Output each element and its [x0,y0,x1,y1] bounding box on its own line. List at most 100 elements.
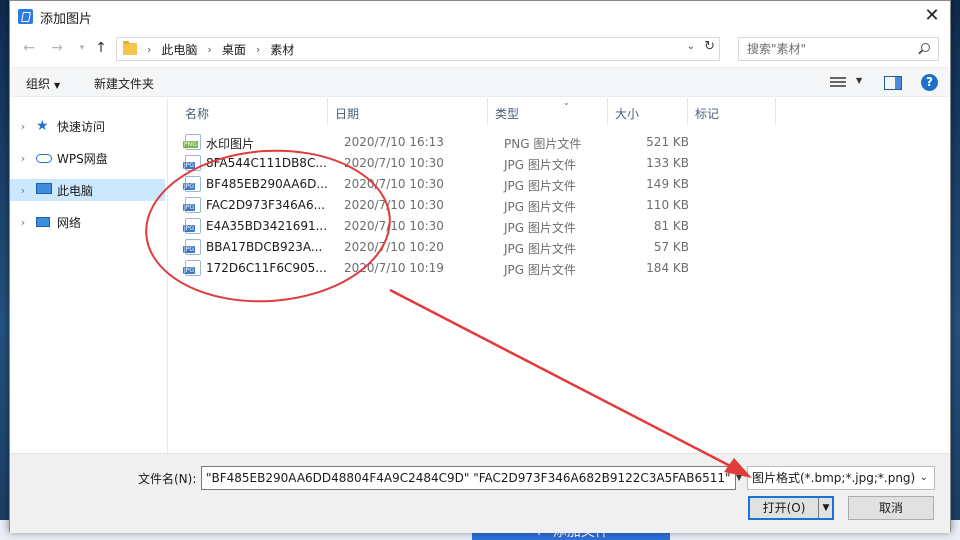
search-input[interactable]: 搜索"素材" [738,37,939,61]
search-placeholder: 搜索"素材" [747,42,807,56]
filename-label: 文件名(N): [138,472,197,486]
new-folder-button[interactable]: 新建文件夹 [94,75,154,92]
breadcrumb-desktop[interactable]: 桌面 [222,41,246,58]
caret-down-icon: ▼ [54,81,61,90]
column-header-name[interactable]: 名称 [185,105,209,122]
column-divider[interactable] [687,98,688,124]
navigation-pane: › ★ 快速访问 › WPS网盘 › 此电脑 › 网络 [10,98,168,453]
command-bar: 组织 ▼ 新建文件夹 ▼ ? [10,67,950,97]
view-dropdown-icon[interactable]: ▼ [856,76,862,85]
column-header-date[interactable]: 日期 [335,105,359,122]
computer-icon [36,183,52,197]
file-type: JPG 图片文件 [504,242,576,256]
file-type: JPG 图片文件 [504,221,576,235]
open-button-label: 打开(O) [762,501,806,515]
refresh-icon[interactable]: ↻ [704,39,715,54]
file-date: 2020/7/10 10:30 [344,198,444,212]
view-options-icon[interactable] [830,77,846,89]
column-header-type[interactable]: 类型 [495,105,519,122]
add-image-dialog: 添加图片 ✕ ← → ▾ ↑ › 此电脑 › 桌面 › 素材 ⌄ ↻ 搜索"素材… [9,0,951,533]
file-date: 2020/7/10 10:30 [344,219,444,233]
jpg-file-icon: JPG [183,260,201,276]
file-list: 名称 日期 ⌄ 类型 大小 标记 PNG 水印图片 2020/7/10 16:1… [169,98,949,453]
forward-arrow-icon[interactable]: → [48,38,66,58]
file-row[interactable]: JPG E4A35BD3421691... 2020/7/10 10:30 JP… [183,216,693,237]
organize-button[interactable]: 组织 ▼ [26,75,60,92]
split-divider [818,498,819,518]
back-arrow-icon[interactable]: ← [20,38,38,58]
file-type-filter-select[interactable]: 图片格式(*.bmp;*.jpg;*.png) ⌄ [747,466,935,490]
file-row[interactable]: JPG BF485EB290AA6D... 2020/7/10 10:30 JP… [183,174,693,195]
sidebar-item-label: 快速访问 [57,119,106,134]
expand-chevron-icon[interactable]: › [14,216,32,229]
search-icon[interactable] [921,43,930,52]
app-logo-icon [18,9,33,24]
file-date: 2020/7/10 10:30 [344,156,444,170]
breadcrumb-separator-icon[interactable]: › [147,43,151,56]
column-header-tags[interactable]: 标记 [695,105,719,122]
sidebar-item-wps-cloud[interactable]: › WPS网盘 [10,147,165,169]
sidebar-item-label: 网络 [57,215,82,230]
file-name: BF485EB290AA6D... [206,177,328,191]
file-date: 2020/7/10 10:20 [344,240,444,254]
file-date: 2020/7/10 10:30 [344,177,444,191]
column-divider[interactable] [775,98,776,124]
open-button[interactable]: 打开(O) ▼ [748,496,834,520]
column-divider[interactable] [487,98,488,124]
chevron-down-icon: ⌄ [919,472,928,483]
file-size: 184 KB [646,261,689,275]
file-size: 149 KB [646,177,689,191]
jpg-file-icon: JPG [183,155,201,171]
close-button[interactable]: ✕ [920,3,944,29]
preview-pane-icon[interactable] [884,76,902,90]
sidebar-item-quick-access[interactable]: › ★ 快速访问 [10,115,165,137]
breadcrumb-material[interactable]: 素材 [270,41,294,58]
open-options-dropdown-icon[interactable]: ▼ [820,498,832,518]
filename-input[interactable]: "BF485EB290AA6DD48804F4A9C2484C9D" "FAC2… [201,466,736,490]
jpg-file-icon: JPG [183,239,201,255]
dialog-title: 添加图片 [40,12,93,27]
sidebar-item-this-pc[interactable]: › 此电脑 [10,179,165,201]
file-row[interactable]: JPG 8FA544C111DB8C... 2020/7/10 10:30 JP… [183,153,693,174]
folder-icon [123,41,137,55]
expand-chevron-icon[interactable]: › [14,152,32,165]
jpg-file-icon: JPG [183,176,201,192]
jpg-file-icon: JPG [183,218,201,234]
file-size: 521 KB [646,135,689,149]
breadcrumb-this-pc[interactable]: 此电脑 [161,41,197,58]
file-row[interactable]: JPG 172D6C11F6C905... 2020/7/10 10:19 JP… [183,258,693,279]
expand-chevron-icon[interactable]: › [14,120,32,133]
cloud-icon [36,151,52,165]
breadcrumb-separator-icon[interactable]: › [256,43,260,56]
sidebar-item-network[interactable]: › 网络 [10,211,165,233]
file-type: JPG 图片文件 [504,200,576,214]
file-row[interactable]: PNG 水印图片 2020/7/10 16:13 PNG 图片文件 521 KB [183,132,693,153]
navigation-row: ← → ▾ ↑ › 此电脑 › 桌面 › 素材 ⌄ ↻ 搜索"素材" [10,34,950,62]
recent-locations-chevron-icon[interactable]: ▾ [73,38,91,58]
sidebar-item-label: WPS网盘 [57,151,108,166]
png-file-icon: PNG [183,134,201,150]
up-arrow-icon[interactable]: ↑ [92,38,110,58]
title-bar: 添加图片 ✕ [10,1,950,31]
expand-chevron-icon[interactable]: › [14,184,32,197]
filename-dropdown-icon[interactable]: ▼ [736,466,745,490]
file-name: 172D6C11F6C905... [206,261,327,275]
breadcrumb-separator-icon[interactable]: › [207,43,211,56]
cancel-button[interactable]: 取消 [848,496,934,520]
file-name: 8FA544C111DB8C... [206,156,327,170]
file-name: E4A35BD3421691... [206,219,328,233]
column-divider[interactable] [327,98,328,124]
file-row[interactable]: JPG FAC2D973F346A6... 2020/7/10 10:30 JP… [183,195,693,216]
file-row[interactable]: JPG BBA17BDCB923A... 2020/7/10 10:20 JPG… [183,237,693,258]
address-dropdown-icon[interactable]: ⌄ [687,41,695,52]
column-divider[interactable] [607,98,608,124]
file-size: 110 KB [646,198,689,212]
address-bar[interactable]: › 此电脑 › 桌面 › 素材 ⌄ ↻ [116,37,720,61]
file-size: 133 KB [646,156,689,170]
file-type: JPG 图片文件 [504,179,576,193]
sort-caret-icon: ⌄ [563,98,570,107]
column-header-size[interactable]: 大小 [615,105,639,122]
jpg-file-icon: JPG [183,197,201,213]
file-date: 2020/7/10 10:19 [344,261,444,275]
help-icon[interactable]: ? [921,74,938,91]
